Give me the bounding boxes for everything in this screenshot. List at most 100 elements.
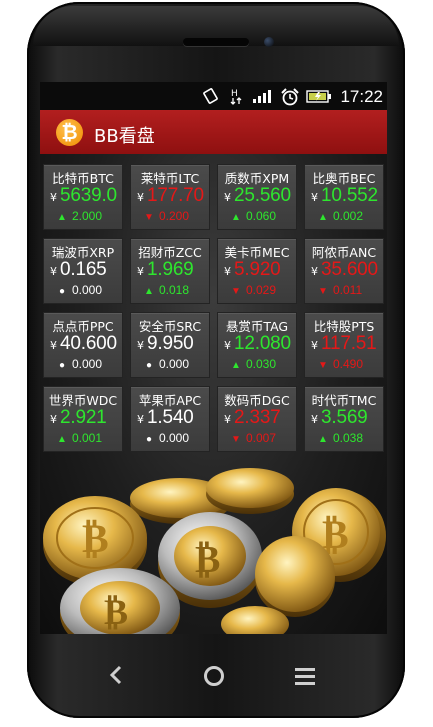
coin-change: ▲ 0.001	[56, 431, 102, 445]
currency-symbol: ¥	[50, 265, 57, 278]
screen-rotate-icon	[202, 88, 220, 104]
coin-change-value: 0.060	[246, 209, 277, 223]
coin-price: 0.165	[60, 259, 107, 280]
coin-price: 12.080	[234, 333, 291, 354]
svg-text:₿: ₿	[195, 537, 220, 581]
coin-change: ▲ 2.000	[56, 209, 102, 223]
coin-change: ● 0.000	[143, 357, 189, 371]
coin-change-value: 0.011	[333, 283, 363, 297]
coin-change-value: 0.007	[246, 431, 277, 445]
triangle-up-icon: ▲	[318, 212, 328, 223]
currency-symbol: ¥	[224, 265, 231, 278]
currency-symbol: ¥	[224, 413, 231, 426]
svg-text:H: H	[231, 89, 238, 99]
coin-card[interactable]: 时代币TMC ¥3.569 ▲ 0.038	[304, 386, 384, 452]
coin-change: ▼ 0.490	[317, 357, 363, 371]
triangle-up-icon: ▲	[57, 434, 67, 445]
coin-change-value: 0.038	[333, 431, 364, 445]
coin-card[interactable]: 质数币XPM ¥25.560 ▲ 0.060	[217, 164, 297, 230]
currency-symbol: ¥	[137, 191, 144, 204]
app-bar	[40, 110, 387, 154]
home-icon[interactable]	[204, 666, 224, 686]
device-screen: H 17:22 ₿ BB看盘 比特币BTC ¥5639.0 ▲ 2.000 莱特币LTC…	[40, 82, 387, 634]
coin-price: 10.552	[321, 185, 378, 206]
dot-icon: ●	[145, 434, 153, 445]
triangle-up-icon: ▲	[318, 434, 328, 445]
coin-change: ▼ 0.200	[143, 209, 189, 223]
data-transfer-icon: H	[230, 88, 242, 105]
coin-card[interactable]: 瑞波币XRP ¥0.165 ● 0.000	[43, 238, 123, 304]
triangle-down-icon: ▼	[231, 286, 241, 297]
coin-change: ▲ 0.030	[230, 357, 276, 371]
coin-change-value: 0.001	[72, 431, 103, 445]
coin-change-value: 0.000	[159, 431, 190, 445]
coin-change: ● 0.000	[56, 283, 102, 297]
coin-card[interactable]: 悬赏币TAG ¥12.080 ▲ 0.030	[217, 312, 297, 378]
coin-change-value: 0.200	[159, 209, 190, 223]
dot-icon: ●	[58, 360, 66, 371]
battery-icon	[306, 88, 332, 104]
coin-price: 5639.0	[60, 185, 117, 206]
coin-price: 40.600	[60, 333, 117, 354]
currency-symbol: ¥	[137, 339, 144, 352]
bitcoin-logo-icon: ₿	[56, 119, 83, 146]
currency-symbol: ¥	[311, 191, 318, 204]
coin-card[interactable]: 比奥币BEC ¥10.552 ▲ 0.002	[304, 164, 384, 230]
coin-card[interactable]: 安全币SRC ¥9.950 ● 0.000	[130, 312, 210, 378]
coin-change-value: 0.018	[159, 283, 190, 297]
coin-price: 5.920	[234, 259, 281, 280]
alarm-icon	[280, 88, 300, 106]
currency-symbol: ¥	[50, 413, 57, 426]
coin-change: ● 0.000	[143, 431, 189, 445]
coin-card[interactable]: 莱特币LTC ¥177.70 ▼ 0.200	[130, 164, 210, 230]
coin-change-value: 0.029	[246, 283, 277, 297]
status-time: 17:22	[340, 87, 383, 106]
currency-symbol: ¥	[50, 191, 57, 204]
menu-icon[interactable]	[295, 668, 315, 689]
coin-change-value: 0.000	[72, 283, 103, 297]
currency-symbol: ¥	[311, 413, 318, 426]
coin-card[interactable]: 苹果币APC ¥1.540 ● 0.000	[130, 386, 210, 452]
coin-grid: 比特币BTC ¥5639.0 ▲ 2.000 莱特币LTC ¥177.70 ▼ 0.200 质数…	[40, 154, 387, 464]
coin-card[interactable]: 点点币PPC ¥40.600 ● 0.000	[43, 312, 123, 378]
coin-change-value: 0.030	[246, 357, 277, 371]
coin-price: 3.569	[321, 407, 368, 428]
coin-change: ▲ 0.002	[317, 209, 363, 223]
coin-change: ▼ 0.029	[230, 283, 276, 297]
triangle-up-icon: ▲	[144, 286, 154, 297]
currency-symbol: ¥	[311, 265, 318, 278]
currency-symbol: ¥	[137, 413, 144, 426]
svg-text:₿: ₿	[104, 592, 128, 633]
coin-card[interactable]: 比特股PTS ¥117.51 ▼ 0.490	[304, 312, 384, 378]
currency-symbol: ¥	[224, 339, 231, 352]
app-title: BB看盘	[94, 126, 155, 147]
bitcoin-coins-image: ₿ ₿ ₿ ₿	[43, 468, 386, 634]
currency-symbol: ¥	[50, 339, 57, 352]
currency-symbol: ¥	[224, 191, 231, 204]
coin-change: ▼ 0.007	[230, 431, 276, 445]
coin-card[interactable]: 世界币WDC ¥2.921 ▲ 0.001	[43, 386, 123, 452]
triangle-down-icon: ▼	[318, 286, 328, 297]
back-icon[interactable]	[107, 664, 125, 685]
coin-change: ▲ 0.060	[230, 209, 276, 223]
coin-change: ▲ 0.018	[143, 283, 189, 297]
signal-icon	[252, 88, 276, 104]
coin-card[interactable]: 阿侬币ANC ¥35.600 ▼ 0.011	[304, 238, 384, 304]
coin-price: 1.540	[147, 407, 194, 428]
coin-price: 25.560	[234, 185, 291, 206]
coin-change: ● 0.000	[56, 357, 102, 371]
currency-symbol: ¥	[137, 265, 144, 278]
coin-price: 117.51	[321, 333, 377, 354]
coin-change-value: 0.490	[333, 357, 364, 371]
coin-card[interactable]: 招财币ZCC ¥1.969 ▲ 0.018	[130, 238, 210, 304]
coin-price: 2.921	[60, 407, 107, 428]
coin-price: 9.950	[147, 333, 194, 354]
dot-icon: ●	[145, 360, 153, 371]
coin-card[interactable]: 比特币BTC ¥5639.0 ▲ 2.000	[43, 164, 123, 230]
dot-icon: ●	[58, 286, 66, 297]
coin-card[interactable]: 数码币DGC ¥2.337 ▼ 0.007	[217, 386, 297, 452]
main-content: 比特币BTC ¥5639.0 ▲ 2.000 莱特币LTC ¥177.70 ▼ 0.200 质数…	[40, 154, 387, 634]
coin-card[interactable]: 美卡币MEC ¥5.920 ▼ 0.029	[217, 238, 297, 304]
coin-price: 177.70	[147, 185, 204, 206]
currency-symbol: ¥	[311, 339, 318, 352]
